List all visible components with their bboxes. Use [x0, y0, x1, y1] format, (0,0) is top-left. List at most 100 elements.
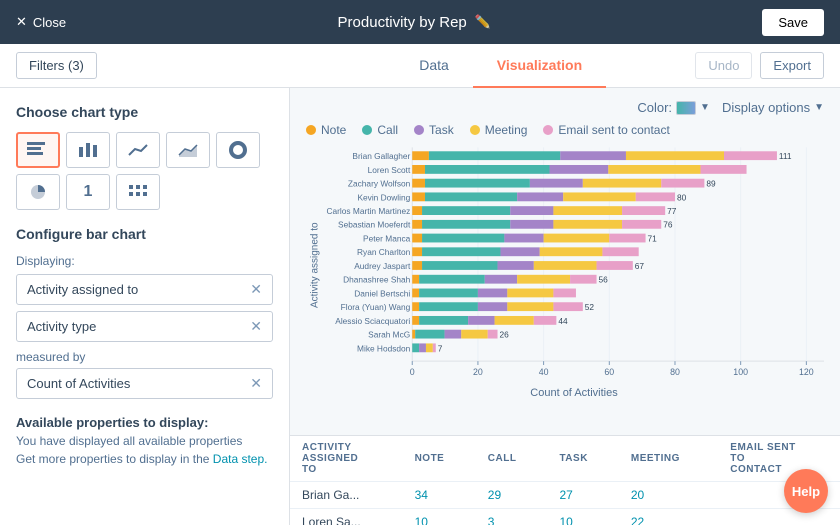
svg-text:76: 76 — [663, 220, 673, 230]
svg-text:Mike Hodsdon: Mike Hodsdon — [357, 343, 411, 353]
configure-title: Configure bar chart — [16, 226, 273, 242]
data-step-link: Get more properties to display in the Da… — [16, 452, 273, 466]
chart-type-bar[interactable] — [66, 132, 110, 168]
legend-call-dot — [362, 125, 372, 135]
chart-type-number[interactable]: 1 — [66, 174, 110, 210]
sidebar: Choose chart type 1 — [0, 88, 290, 525]
topbar: ✕ Close Productivity by Rep ✏️ Save — [0, 0, 840, 44]
color-label-text: Color: — [637, 100, 672, 115]
display-options-button[interactable]: Display options ▼ — [722, 100, 824, 115]
cell-call[interactable]: 3 — [476, 509, 548, 525]
svg-text:100: 100 — [733, 367, 748, 377]
svg-text:0: 0 — [410, 367, 415, 377]
svg-text:67: 67 — [635, 261, 645, 271]
svg-text:60: 60 — [604, 367, 614, 377]
svg-text:71: 71 — [648, 233, 658, 243]
chart-legend: Note Call Task Meeting Email sent to con… — [306, 123, 824, 137]
legend-call: Call — [362, 123, 398, 137]
subnav-left: Filters (3) — [16, 52, 306, 79]
export-button[interactable]: Export — [760, 52, 824, 79]
col-header-meeting: MEETING — [619, 436, 718, 482]
field-activity-type: Activity type ✕ — [16, 311, 273, 342]
chart-type-donut[interactable] — [216, 132, 260, 168]
legend-meeting-dot — [470, 125, 480, 135]
chart-type-line[interactable] — [116, 132, 160, 168]
title-text: Productivity by Rep — [338, 14, 467, 31]
col-header-call: CALL — [476, 436, 548, 482]
tab-visualization[interactable]: Visualization — [473, 44, 606, 88]
content-area: Color: ▼ Display options ▼ Note Call — [290, 88, 840, 525]
legend-email-dot — [543, 125, 553, 135]
legend-task: Task — [414, 123, 454, 137]
color-chevron-icon: ▼ — [700, 102, 710, 113]
bar-chart: Activity assigned to — [306, 145, 824, 385]
available-title: Available properties to display: — [16, 415, 273, 430]
color-selector[interactable]: Color: ▼ — [637, 100, 710, 115]
undo-button[interactable]: Undo — [695, 52, 752, 79]
legend-email-label: Email sent to contact — [558, 123, 669, 137]
table-row: Loren Sa... 10 3 10 22 — [290, 509, 840, 525]
svg-text:89: 89 — [706, 179, 716, 189]
svg-text:Carlos Martin Martinez: Carlos Martin Martinez — [327, 206, 411, 216]
help-button[interactable]: Help — [784, 469, 828, 513]
chart-toolbar: Color: ▼ Display options ▼ — [306, 100, 824, 115]
legend-call-label: Call — [377, 123, 398, 137]
svg-text:Sarah McG: Sarah McG — [368, 330, 410, 340]
legend-meeting-label: Meeting — [485, 123, 528, 137]
svg-text:Kevin Dowling: Kevin Dowling — [357, 192, 410, 202]
col-header-note: NOTE — [403, 436, 476, 482]
svg-text:20: 20 — [473, 367, 483, 377]
cell-name: Loren Sa... — [290, 509, 403, 525]
svg-text:Alessio Sciacquatori: Alessio Sciacquatori — [335, 316, 410, 326]
cell-task[interactable]: 27 — [547, 482, 618, 509]
svg-text:26: 26 — [499, 330, 509, 340]
chart-type-horizontal-bar[interactable] — [16, 132, 60, 168]
svg-text:Peter Manca: Peter Manca — [363, 233, 411, 243]
cell-name: Brian Ga... — [290, 482, 403, 509]
data-table: ACTIVITYASSIGNEDTO NOTE CALL TASK MEETIN… — [290, 435, 840, 525]
legend-note-dot — [306, 125, 316, 135]
svg-text:Audrey Jaspart: Audrey Jaspart — [354, 261, 411, 271]
measured-by-label: measured by — [16, 350, 273, 364]
display-options-chevron-icon: ▼ — [814, 102, 824, 113]
chart-area: Color: ▼ Display options ▼ Note Call — [290, 88, 840, 435]
svg-text:44: 44 — [558, 316, 568, 326]
cell-meeting[interactable]: 22 — [619, 509, 718, 525]
y-axis-label: Activity assigned to — [306, 145, 324, 385]
save-button[interactable]: Save — [762, 9, 824, 36]
chart-type-area[interactable] — [166, 132, 210, 168]
cell-task[interactable]: 10 — [547, 509, 618, 525]
legend-meeting: Meeting — [470, 123, 528, 137]
svg-text:111: 111 — [779, 151, 792, 161]
cell-note[interactable]: 34 — [403, 482, 476, 509]
svg-text:52: 52 — [585, 302, 595, 312]
col-header-assigned: ACTIVITYASSIGNEDTO — [290, 436, 403, 482]
close-label: Close — [33, 15, 66, 30]
legend-note-label: Note — [321, 123, 346, 137]
cell-call[interactable]: 29 — [476, 482, 548, 509]
available-desc: You have displayed all available propert… — [16, 434, 273, 448]
subnav-actions: Undo Export — [695, 52, 824, 79]
remove-field2-button[interactable]: ✕ — [250, 318, 262, 335]
cell-note[interactable]: 10 — [403, 509, 476, 525]
svg-text:Zachary Wolfson: Zachary Wolfson — [348, 179, 411, 189]
chart-type-title: Choose chart type — [16, 104, 273, 120]
chart-type-grid[interactable] — [116, 174, 160, 210]
svg-text:Brian Gallagher: Brian Gallagher — [352, 151, 410, 161]
edit-icon[interactable]: ✏️ — [475, 14, 491, 30]
remove-field3-button[interactable]: ✕ — [250, 375, 262, 392]
tab-bar: Data Visualization — [306, 44, 695, 88]
legend-email: Email sent to contact — [543, 123, 669, 137]
cell-email — [718, 509, 840, 525]
subnav: Filters (3) Data Visualization Undo Expo… — [0, 44, 840, 88]
tab-data[interactable]: Data — [395, 44, 473, 88]
remove-field1-button[interactable]: ✕ — [250, 281, 262, 298]
svg-text:120: 120 — [799, 367, 814, 377]
chart-type-pie[interactable] — [16, 174, 60, 210]
close-button[interactable]: ✕ Close — [16, 14, 66, 30]
close-icon: ✕ — [16, 14, 27, 30]
svg-text:7: 7 — [438, 343, 443, 353]
cell-meeting[interactable]: 20 — [619, 482, 718, 509]
data-step-anchor[interactable]: Data step. — [213, 452, 268, 466]
filters-button[interactable]: Filters (3) — [16, 52, 97, 79]
